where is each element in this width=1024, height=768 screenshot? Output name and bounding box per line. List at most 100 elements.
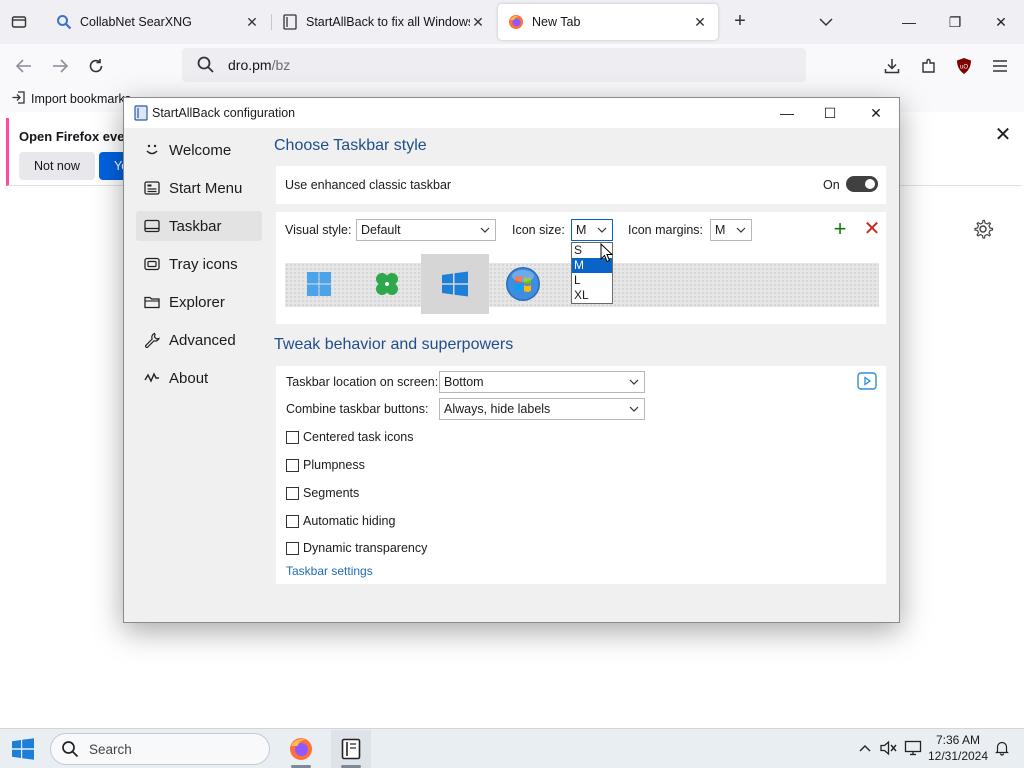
style-option-windows-11[interactable]: [285, 254, 353, 314]
firefox-view-button[interactable]: [6, 10, 32, 34]
checkbox-label: Dynamic transparency: [303, 541, 428, 555]
nav-start-menu[interactable]: Start Menu: [136, 173, 262, 203]
url-path: /bz: [271, 57, 291, 73]
forward-button[interactable]: [46, 52, 74, 80]
enhanced-taskbar-toggle[interactable]: [846, 176, 878, 192]
checkbox-label: Plumpness: [303, 458, 365, 472]
notification-close-button[interactable]: ✕: [993, 125, 1013, 146]
download-icon: [884, 59, 900, 74]
icon-size-option-xl[interactable]: XL: [572, 288, 612, 303]
startallback-app-icon: [134, 105, 148, 121]
checkbox-box[interactable]: [286, 458, 299, 472]
checkbox-label: Centered task icons: [303, 430, 414, 444]
back-button[interactable]: [10, 52, 38, 80]
start-button[interactable]: [8, 737, 38, 761]
gear-icon[interactable]: [972, 218, 994, 240]
taskbar-style-heading: Choose Taskbar style: [274, 137, 427, 154]
startallback-icon: [341, 738, 361, 760]
firefox-favicon-icon: [508, 14, 524, 30]
icon-size-value: M: [576, 223, 587, 237]
close-tab-icon[interactable]: ✕: [244, 14, 260, 31]
taskbar-location-select[interactable]: Bottom: [439, 371, 645, 393]
hamburger-menu-icon: [993, 60, 1007, 72]
browser-minimize-button[interactable]: —: [886, 6, 932, 38]
plumpness-checkbox[interactable]: Plumpness: [286, 457, 365, 473]
taskbar-firefox-button[interactable]: [281, 730, 321, 768]
checkbox-label: Segments: [303, 486, 360, 500]
close-tab-icon[interactable]: ✕: [692, 14, 708, 31]
nav-about[interactable]: About: [136, 363, 262, 393]
checkbox-box[interactable]: [286, 486, 299, 500]
dialog-titlebar[interactable]: StartAllBack configuration — ☐ ✕: [124, 98, 899, 128]
icon-margins-value: M: [715, 223, 726, 237]
wave-icon: [143, 369, 161, 387]
ublock-shield-icon: uO: [957, 58, 971, 74]
tab-startallback[interactable]: StartAllBack to fix all Windows ✕: [272, 4, 496, 40]
segments-checkbox[interactable]: Segments: [286, 485, 359, 501]
dynamic-transparency-checkbox[interactable]: Dynamic transparency: [286, 540, 427, 556]
chevron-down-icon: [629, 379, 639, 385]
tab-new-tab[interactable]: New Tab ✕: [498, 4, 718, 40]
icon-margins-select[interactable]: M: [710, 219, 752, 241]
taskbar-icon: [143, 217, 161, 235]
nav-label: Start Menu: [169, 179, 243, 197]
show-hidden-icons-button[interactable]: [856, 739, 874, 757]
import-icon: [12, 91, 25, 107]
nav-welcome[interactable]: Welcome: [136, 135, 262, 165]
style-option-clover[interactable]: [353, 254, 421, 314]
dialog-maximize-button[interactable]: ☐: [807, 98, 853, 128]
new-tab-button[interactable]: +: [728, 10, 752, 34]
chevron-down-icon: [597, 227, 607, 233]
extensions-button[interactable]: [917, 54, 941, 78]
checkbox-box[interactable]: [286, 514, 299, 528]
taskbar-startallback-button[interactable]: [331, 730, 371, 768]
notification-text: Open Firefox every: [19, 129, 137, 144]
style-option-windows-7[interactable]: [489, 254, 557, 314]
search-icon: [197, 56, 214, 73]
add-style-button[interactable]: +: [830, 218, 850, 240]
taskbar-settings-link[interactable]: Taskbar settings: [286, 564, 373, 578]
icon-size-select[interactable]: M: [571, 219, 613, 241]
folder-icon: [143, 293, 161, 311]
browser-restore-button[interactable]: ❐: [932, 6, 978, 38]
search-icon: [62, 741, 79, 758]
nav-explorer[interactable]: Explorer: [136, 287, 262, 317]
combine-buttons-select[interactable]: Always, hide labels: [439, 398, 645, 420]
visual-style-select[interactable]: Default: [356, 219, 496, 241]
style-option-windows-10[interactable]: [421, 254, 489, 314]
list-all-tabs-button[interactable]: [814, 10, 838, 34]
nav-advanced[interactable]: Advanced: [136, 325, 262, 355]
checkbox-box[interactable]: [286, 430, 299, 444]
network-icon[interactable]: [904, 739, 922, 757]
clover-logo-icon: [376, 273, 398, 295]
dialog-close-button[interactable]: ✕: [853, 98, 899, 128]
volume-muted-icon[interactable]: [880, 739, 898, 757]
nav-tray-icons[interactable]: Tray icons: [136, 249, 262, 279]
downloads-button[interactable]: [880, 54, 904, 78]
taskbar-clock[interactable]: 7:36 AM 12/31/2024: [926, 732, 990, 764]
checkbox-box[interactable]: [286, 541, 299, 555]
tab-collabnet[interactable]: CollabNet SearXNG ✕: [46, 4, 270, 40]
taskbar-location-value: Bottom: [444, 375, 484, 389]
browser-close-button[interactable]: ✕: [978, 6, 1024, 38]
centered-icons-checkbox[interactable]: Centered task icons: [286, 429, 413, 445]
visual-style-label: Visual style:: [285, 223, 352, 237]
nav-label: Tray icons: [169, 255, 238, 273]
remove-style-button[interactable]: ✕: [862, 219, 882, 240]
page-favicon-icon: [282, 14, 298, 30]
reload-button[interactable]: [82, 52, 110, 80]
smile-icon: [143, 141, 161, 159]
auto-hide-checkbox[interactable]: Automatic hiding: [286, 513, 395, 529]
video-tutorial-icon[interactable]: [857, 372, 877, 390]
icon-size-option-l[interactable]: L: [572, 273, 612, 288]
taskbar-search-box[interactable]: Search: [50, 733, 270, 765]
close-tab-icon[interactable]: ✕: [470, 14, 486, 31]
windows-taskbar: Search 7:36 AM 12/31/2024: [0, 728, 1024, 768]
ublock-button[interactable]: uO: [952, 54, 976, 78]
app-menu-button[interactable]: [988, 54, 1012, 78]
not-now-button[interactable]: Not now: [19, 152, 95, 180]
notification-bell-icon[interactable]: [994, 740, 1010, 756]
address-bar[interactable]: dro.pm/bz: [182, 48, 806, 82]
nav-taskbar[interactable]: Taskbar: [136, 211, 262, 241]
dialog-minimize-button[interactable]: —: [764, 98, 810, 128]
